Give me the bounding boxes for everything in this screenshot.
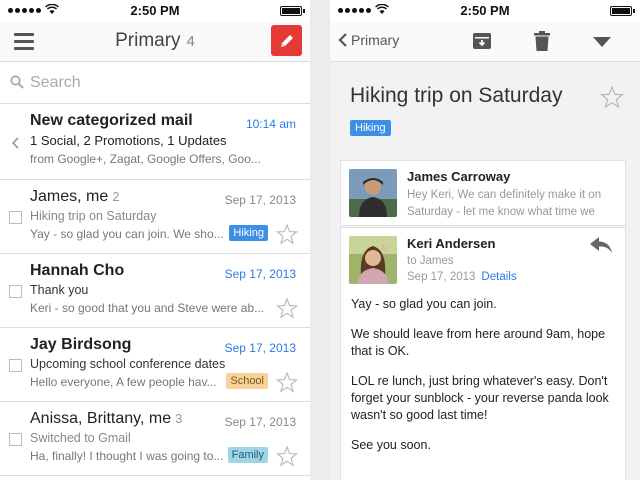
mail-row[interactable]: James, me 2 Sep 17, 2013 Hiking trip on S… <box>0 180 310 254</box>
category-summary-row[interactable]: New categorized mail 10:14 am 1 Social, … <box>0 104 310 180</box>
mail-row[interactable]: Hannah Cho Sep 17, 2013 Thank you Keri -… <box>0 254 310 328</box>
status-bar: 2:50 PM <box>0 0 310 22</box>
title-label: Primary <box>115 30 181 51</box>
archive-icon[interactable] <box>472 31 492 51</box>
label-badge: Family <box>227 447 268 463</box>
star-icon[interactable] <box>276 372 298 393</box>
search-input[interactable] <box>30 70 290 96</box>
message-body: Yay - so glad you can join. We should le… <box>351 296 621 467</box>
mail-subject: Upcoming school conference dates <box>30 357 226 371</box>
unread-count: 4 <box>186 33 195 50</box>
battery-icon <box>610 6 635 16</box>
status-bar: 2:50 PM <box>330 0 640 22</box>
mail-row[interactable]: Jay Birdsong Sep 17, 2013 Upcoming schoo… <box>0 328 310 402</box>
body-paragraph: We should leave from here around 9am, ho… <box>351 327 606 358</box>
label-badge: School <box>226 373 268 389</box>
mail-subject: 1 Social, 2 Promotions, 1 Updates <box>30 133 227 148</box>
mail-snippet: Ha, finally! I thought I was going to... <box>30 449 224 463</box>
search-icon <box>10 75 24 89</box>
mail-date: Sep 17, 2013 <box>224 193 296 207</box>
compose-pencil-icon <box>280 34 293 47</box>
star-icon[interactable] <box>276 446 298 467</box>
mail-date: Sep 17, 2013 <box>224 415 296 429</box>
mail-subject: Switched to Gmail <box>30 431 131 445</box>
star-icon[interactable] <box>276 298 298 319</box>
compose-button[interactable] <box>271 25 302 56</box>
avatar <box>349 169 397 217</box>
details-link[interactable]: Details <box>481 271 516 283</box>
page-title: Primary 4 <box>0 30 310 52</box>
back-button[interactable]: Primary <box>338 32 399 48</box>
message-collapsed[interactable]: James Carroway Hey Keri, We can definite… <box>340 160 626 226</box>
label-badge: Hiking <box>229 225 268 241</box>
dropdown-triangle-icon[interactable] <box>593 37 611 47</box>
thread-screen: 2:50 PM Primary Hiking trip on Saturday … <box>330 0 640 480</box>
star-icon[interactable] <box>600 86 624 109</box>
sender-names: Anissa, Brittany, me <box>30 410 172 427</box>
mail-date: Sep 17, 2013 <box>224 267 296 281</box>
message-date: Sep 17, 2013 <box>407 271 476 283</box>
body-paragraph: LOL re lunch, just bring whatever's easy… <box>351 374 609 422</box>
mail-checkbox[interactable] <box>9 211 22 224</box>
message-sender: Keri Andersen <box>407 236 496 251</box>
mail-date: Sep 17, 2013 <box>224 341 296 355</box>
battery-icon <box>280 6 305 16</box>
mail-checkbox[interactable] <box>9 433 22 446</box>
star-icon[interactable] <box>276 224 298 245</box>
message-meta: Sep 17, 2013 Details <box>407 271 517 283</box>
avatar <box>349 236 397 284</box>
chevron-left-icon <box>11 137 19 149</box>
status-time: 2:50 PM <box>460 3 510 18</box>
status-time: 2:50 PM <box>130 3 180 18</box>
thread-toolbar: Primary <box>330 22 640 62</box>
inbox-header: Primary 4 <box>0 22 310 62</box>
mail-checkbox[interactable] <box>9 285 22 298</box>
mail-date: 10:14 am <box>245 117 296 131</box>
trash-icon[interactable] <box>534 31 550 51</box>
message-recipients: to James <box>407 255 454 267</box>
message-sender: James Carroway <box>407 169 511 184</box>
thread-title: Hiking trip on Saturday <box>350 84 563 107</box>
mail-snippet: Hello everyone, A few people hav... <box>30 375 217 389</box>
thread-count: 2 <box>112 189 120 204</box>
mail-snippet: from Google+, Zagat, Google Offers, Goo.… <box>30 152 261 166</box>
mail-snippet: Keri - so good that you and Steve were a… <box>30 301 265 315</box>
search-bar <box>0 62 310 104</box>
mail-subject: Hiking trip on Saturday <box>30 209 157 223</box>
label-badge: Hiking <box>350 120 391 136</box>
body-paragraph: See you soon. <box>351 438 431 452</box>
back-label: Primary <box>351 32 400 48</box>
mail-snippet: Yay - so glad you can join. We sho... <box>30 227 224 241</box>
body-paragraph: Yay - so glad you can join. <box>351 297 497 311</box>
sender-names: James, me <box>30 188 109 205</box>
inbox-screen: 2:50 PM Primary 4 New categorized mail 10… <box>0 0 310 480</box>
mail-subject: Thank you <box>30 283 89 297</box>
reply-icon[interactable] <box>589 236 613 254</box>
thread-count: 3 <box>175 411 183 426</box>
thread-header: Hiking trip on Saturday Hiking <box>330 62 640 160</box>
mail-row[interactable]: Anissa, Brittany, me 3 Sep 17, 2013 Switc… <box>0 402 310 476</box>
chevron-left-icon <box>338 33 347 47</box>
message-expanded: Keri Andersen to James Sep 17, 2013 Detai… <box>340 227 626 480</box>
message-preview: Hey Keri, We can definitely make it on S… <box>407 189 602 218</box>
mail-checkbox[interactable] <box>9 359 22 372</box>
